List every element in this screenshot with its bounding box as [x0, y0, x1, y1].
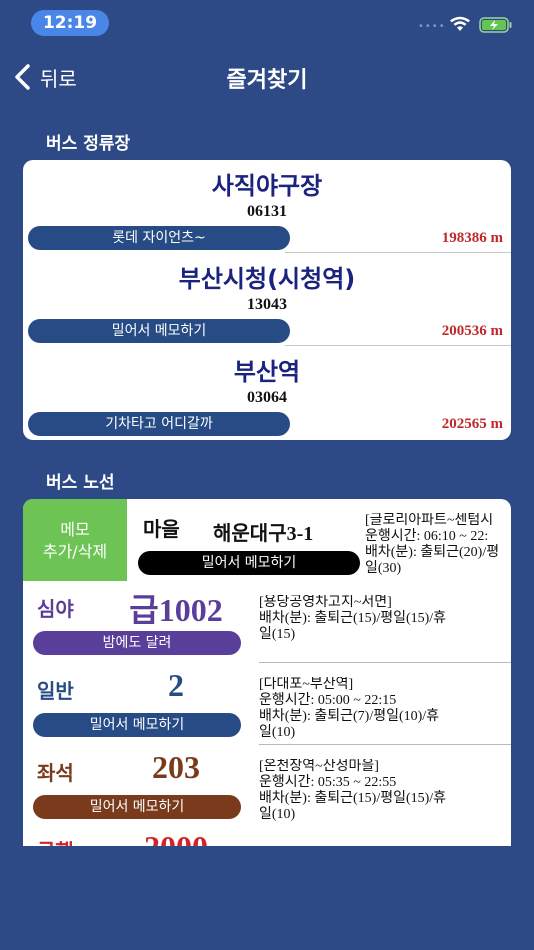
status-bar: 12:19 ••••: [0, 0, 534, 46]
stop-code: 13043: [247, 296, 287, 313]
stop-row[interactable]: 부산시청(시청역) 13043 밀어서 메모하기 200536 m: [23, 253, 511, 346]
stop-memo[interactable]: 롯데 자이언츠~: [28, 226, 290, 250]
route-hours: 운행시간: 05:35 ~ 22:55: [259, 775, 397, 790]
route-number: 해운대구3-1: [213, 523, 314, 545]
route-info: [용당공영차고지~서면] 배차(분): 출퇴근(15)/평일(15)/휴 일(1…: [259, 595, 511, 661]
bus-stops-section-title: 버스 정류장: [46, 134, 131, 154]
stop-name: 부산시청(시청역): [178, 265, 356, 293]
route-number: 2: [168, 667, 184, 703]
stop-name: 부산역: [233, 358, 301, 386]
cellular-signal-icon: ••••: [418, 21, 446, 32]
navigation-bar: 뒤로 즐겨찾기: [0, 50, 534, 104]
route-path: [용당공영차고지~서면]: [259, 595, 392, 610]
route-row[interactable]: 심야 급1002 밤에도 달려 [용당공영차고지~서면] 배차(분): 출퇴근(…: [23, 581, 511, 663]
route-row[interactable]: 좌석 203 밀어서 메모하기 [온천장역~산성마을] 운행시간: 05:35 …: [23, 745, 511, 827]
route-memo[interactable]: 밀어서 메모하기: [33, 795, 241, 819]
stop-row[interactable]: 부산역 03064 기차타고 어디갈까 202565 m: [23, 346, 511, 439]
stop-distance: 200536 m: [441, 323, 503, 339]
memo-edit-label-line1: 메모: [60, 520, 90, 539]
memo-edit-button[interactable]: 메모 추가/삭제: [23, 499, 127, 581]
stop-name: 사직야구장: [211, 172, 323, 200]
stop-code: 03064: [247, 389, 287, 406]
route-memo[interactable]: 밤에도 달려: [33, 631, 241, 655]
route-memo[interactable]: 밀어서 메모하기: [33, 713, 241, 737]
favorite-stops-list: 사직야구장 06131 롯데 자이언츠~ 198386 m 부산시청(시청역) …: [23, 160, 511, 440]
route-info: [온천장역~산성마을] 운행시간: 05:35 ~ 22:55 배차(분): 출…: [259, 759, 511, 825]
stop-code: 06131: [247, 203, 287, 220]
route-hours: 운행시간: 06:10 ~ 22:: [365, 529, 489, 544]
memo-edit-label-line2: 추가/삭제: [42, 542, 108, 561]
stop-distance: 202565 m: [441, 416, 503, 432]
route-info: [다대포~부산역] 운행시간: 05:00 ~ 22:15 배차(분): 출퇴근…: [259, 677, 511, 743]
bus-routes-section-title: 버스 노선: [46, 473, 115, 493]
route-number: 203: [152, 749, 200, 785]
route-type: 심야: [37, 597, 74, 621]
wifi-icon: [450, 16, 470, 31]
route-interval: 배차(분): 출퇴근(7)/평일(10)/휴: [259, 709, 440, 724]
route-memo[interactable]: 밀어서 메모하기: [138, 551, 360, 575]
route-interval-cont: 일(30): [365, 561, 402, 576]
route-type: 좌석: [37, 761, 74, 785]
route-number: 2000: [111, 829, 241, 846]
route-interval: 배차(분): 출퇴근(20)/평: [365, 545, 500, 560]
route-interval-cont: 일(15): [259, 627, 296, 642]
route-interval: 배차(분): 출퇴근(15)/평일(15)/휴: [259, 791, 447, 806]
favorite-routes-list: 메모 추가/삭제 마을 해운대구3-1 밀어서 메모하기 [글로리아파트~센텀시…: [23, 499, 511, 846]
status-time: 12:19: [31, 10, 109, 36]
route-interval-cont: 일(10): [259, 807, 296, 822]
route-row[interactable]: 메모 추가/삭제 마을 해운대구3-1 밀어서 메모하기 [글로리아파트~센텀시…: [23, 499, 511, 581]
route-path: [글로리아파트~센텀시: [365, 513, 494, 528]
page-title: 즐겨찾기: [226, 68, 308, 93]
stop-row[interactable]: 사직야구장 06131 롯데 자이언츠~ 198386 m: [23, 160, 511, 253]
route-info: [글로리아파트~센텀시 운행시간: 06:10 ~ 22: 배차(분): 출퇴근…: [365, 513, 511, 579]
route-path: [온천장역~산성마을]: [259, 759, 379, 774]
route-hours: 운행시간: 05:00 ~ 22:15: [259, 693, 397, 708]
stop-memo[interactable]: 기차타고 어디갈까: [28, 412, 290, 436]
route-path: [다대포~부산역]: [259, 677, 354, 692]
route-type: 급행: [37, 835, 74, 846]
route-type: 마을: [143, 517, 180, 541]
stop-distance: 198386 m: [441, 230, 503, 246]
stop-memo[interactable]: 밀어서 메모하기: [28, 319, 290, 343]
route-number: 급1002: [129, 592, 223, 628]
route-row[interactable]: 일반 2 밀어서 메모하기 [다대포~부산역] 운행시간: 05:00 ~ 22…: [23, 663, 511, 745]
route-interval: 배차(분): 출퇴근(15)/평일(15)/휴: [259, 611, 447, 626]
route-interval-cont: 일(10): [259, 725, 296, 740]
route-type: 일반: [37, 679, 74, 703]
battery-charging-icon: [479, 17, 512, 33]
route-row[interactable]: 급행 2000: [23, 827, 511, 846]
